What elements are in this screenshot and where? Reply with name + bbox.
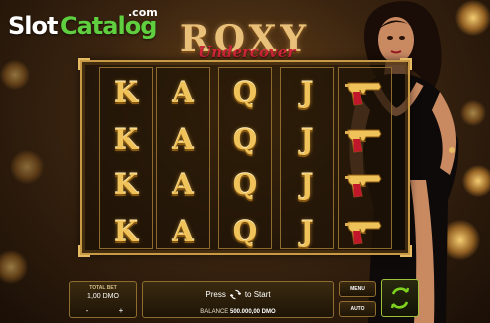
total-bet-label: TOTAL BET: [89, 285, 117, 291]
game-logo-subtitle: Undercover: [198, 43, 296, 61]
frame-corner-ornament: [400, 58, 412, 70]
bet-increase-button[interactable]: +: [110, 306, 132, 316]
frame-corner-ornament: [78, 245, 90, 257]
symbol-k: K: [113, 75, 139, 109]
gold-red-pistol-icon: [339, 162, 391, 206]
bokeh-light: [10, 150, 44, 184]
balance-readout: BALANCE 500.000,00 DMO: [143, 309, 333, 315]
total-bet-panel: TOTAL BET 1,00 DMO - +: [69, 281, 137, 318]
symbol-j: J: [300, 122, 314, 156]
auto-button[interactable]: AUTO: [339, 301, 376, 317]
gold-red-pistol-icon: [339, 117, 391, 161]
symbol-j: J: [300, 75, 314, 109]
balance-value: 500.000,00 DMO: [229, 309, 276, 315]
auto-label: AUTO: [350, 306, 365, 312]
gold-red-pistol-icon: [339, 70, 391, 114]
balance-label: BALANCE: [200, 309, 229, 315]
frame-corner-ornament: [78, 58, 90, 70]
symbol-q: Q: [232, 214, 258, 248]
symbol-k: K: [113, 167, 139, 201]
spin-button[interactable]: [381, 279, 419, 317]
press-to-start-prompt: Press to Start: [143, 289, 333, 300]
start-balance-panel[interactable]: Press to Start BALANCE 500.000,00 DMO: [142, 281, 334, 318]
total-bet-value: 1,00 DMO: [87, 293, 119, 300]
menu-label: MENU: [350, 286, 365, 292]
symbol-a: A: [172, 122, 194, 156]
to-start-label: to Start: [244, 290, 271, 299]
symbol-q: Q: [232, 75, 258, 109]
symbol-j: J: [300, 167, 314, 201]
press-label: Press: [205, 290, 226, 299]
symbol-a: A: [172, 167, 194, 201]
spin-arrows-icon: [390, 287, 410, 309]
symbol-q: Q: [232, 122, 258, 156]
menu-button[interactable]: MENU: [339, 281, 376, 297]
symbol-q: Q: [232, 167, 258, 201]
symbol-k: K: [113, 214, 139, 248]
symbol-k: K: [113, 122, 139, 156]
symbol-a: A: [172, 75, 194, 109]
spin-arrows-icon: [229, 289, 241, 300]
bokeh-light: [0, 250, 28, 284]
bokeh-light: [0, 60, 30, 90]
bet-decrease-button[interactable]: -: [76, 306, 98, 316]
symbol-j: J: [300, 214, 314, 248]
symbol-a: A: [172, 214, 194, 248]
gold-red-pistol-icon: [339, 209, 391, 253]
watermark-brand-white: Slot: [8, 12, 58, 40]
frame-corner-ornament: [400, 245, 412, 257]
